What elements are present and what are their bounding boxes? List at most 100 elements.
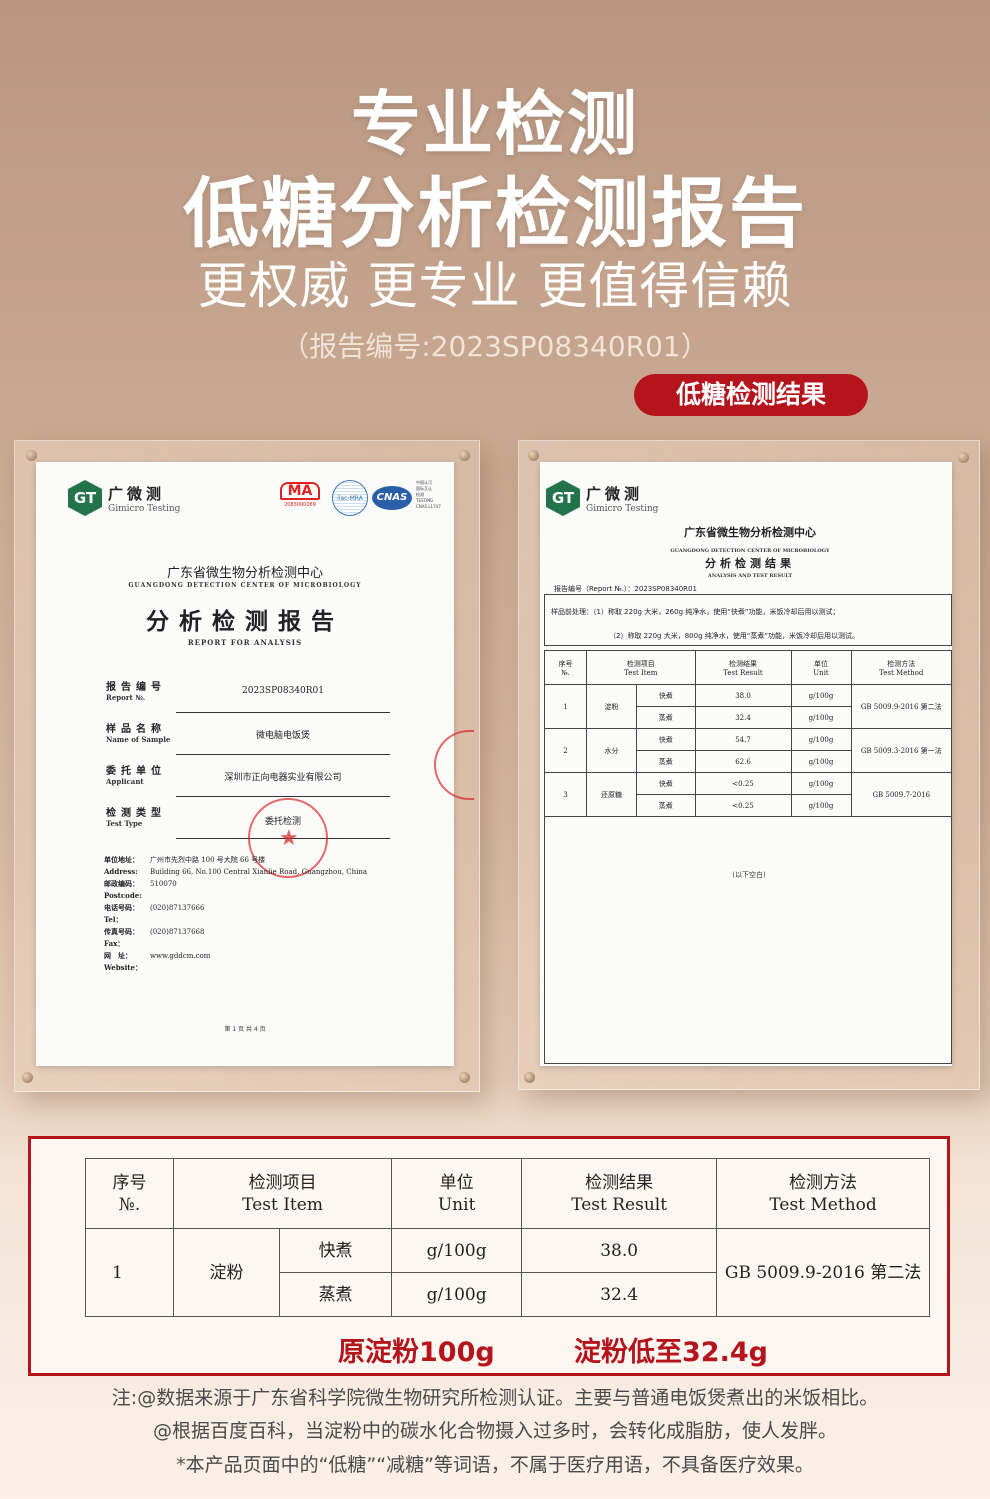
cnas-small-text: 中国认可 国际互认 检测 TESTING CNAS L1747 [416,480,441,509]
cell-mode: 快煮 [636,728,696,751]
field-label-en: Name of Sample [106,735,171,744]
promo-reduced-starch: 淀粉低至32.4g [574,1337,768,1368]
addr-value: (020)87137666 [150,904,205,912]
field-sample-name: 样品名称 Name of Sample [106,720,170,744]
cell-mode: 蒸煮 [636,706,696,729]
table-row: 2 水分 快煮 54.7 g/100g GB 5009.3-2016 第一法 [544,728,953,773]
header-cell: 检测方法 [789,1172,858,1193]
blank-note: (以下空白) [732,871,766,879]
header-cell: 单位 [439,1172,474,1193]
screw-icon [524,1072,535,1083]
cell-method: GB 5009.9-2016 第二法 [850,684,953,729]
screw-icon [528,450,539,461]
edge-stamp-icon [434,730,474,800]
cell-result: 38.0 [694,684,792,707]
pretreatment-box: 样品前处理：（1）称取 220g 大米，260g 纯净水，使用“快煮”功能，米饭… [544,594,952,646]
table-row: 1 淀粉 快煮 g/100g 38.0 GB 5009.9-2016 第二法 [85,1228,930,1317]
field-value: 2023SP08340R01 [242,686,324,696]
cell-result: 38.0 [521,1228,718,1273]
field-report-no: 报告编号 Report №. [106,678,166,702]
cell-item: 还原糖 [586,772,637,817]
cell-result: 54.7 [694,728,792,751]
headline-slogan: 更权威 更专业 更值得信赖 [197,257,793,315]
cell-unit: g/100g [790,794,852,817]
header-cell-en: Test Result [571,1194,668,1215]
field-value: 深圳市正向电器实业有限公司 [224,773,342,783]
field-value: 微电脑电饭煲 [255,731,310,741]
addr-label: 传真号码： [104,927,139,936]
header-cell: 检测结果 [729,659,758,668]
field-label: 样品名称 [106,724,166,735]
report-result-page: GT 广微测 Gimicro Testing 广东省微生物分析检测中心 GUAN… [540,462,953,1066]
report-cover-page: GT 广微测 Gimicro Testing MA 2083000089 ila… [36,462,474,1066]
field-label: 报告编号 [106,682,166,693]
center-name-en: GUANGDONG DETECTION CENTER OF MICROBIOLO… [128,582,362,589]
header-cell: 检测项目 [248,1172,317,1193]
summary-table: 序号 №. 检测项目 Test Item 单位 Unit 检测结果 Test Resul… [85,1158,930,1317]
cell-unit: g/100g [790,684,852,707]
promo-original-starch: 原淀粉100g [338,1337,495,1368]
cell-no: 2 [544,728,587,773]
cell-unit: g/100g [391,1272,523,1317]
addr-label: 邮政编码： [104,879,139,888]
screw-icon [459,450,470,461]
addr-value: 510070 [150,880,177,888]
gmicro-logo: GT 广微测 Gimicro Testing [68,480,180,516]
ilac-icon: ilac-MRA [332,480,368,516]
field-applicant: 委托单位 Applicant [106,762,166,786]
cnas-icon: CNAS [372,486,412,510]
screw-icon [958,452,969,463]
logo-cn: 广微测 [586,484,644,503]
screw-icon [459,1072,470,1083]
gt-logo-icon: GT [68,480,102,516]
blank-area: (以下空白) [544,816,952,1064]
cell-no: 3 [544,772,587,817]
header-cell-en: Test Result [723,668,763,677]
addr-value: www.gddcm.com [150,952,211,960]
result-title-cn: 分析检测结果 [705,557,795,570]
result-badge: 低糖检测结果 [634,374,868,416]
table-header-row: 序号 №. 检测项目 Test Item 检测结果 Test Result 单位 Uni… [544,650,953,685]
cell-mode: 快煮 [278,1228,393,1273]
header-cell-en: №. [118,1194,141,1215]
cell-mode: 快煮 [636,772,696,795]
cell-item: 水分 [586,728,637,773]
center-name-cn: 广东省微生物分析检测中心 [166,566,323,581]
cell-item: 淀粉 [586,684,637,729]
field-label: 委托单位 [106,766,166,777]
cell-result: <0.25 [694,794,792,817]
cell-unit: g/100g [790,706,852,729]
summary-header-row: 序号 №. 检测项目 Test Item 单位 Unit 检测结果 Test Resul… [85,1158,930,1229]
table-row: 1 淀粉 快煮 38.0 g/100g GB 5009.9-2016 第二法 [544,684,953,729]
note-line-1: 注:@数据来源于广东省科学院微生物研究所检测认证。主要与普通电饭煲煮出的米饭相比… [111,1387,879,1409]
pretreatment-1: 样品前处理：（1）称取 220g 大米，260g 纯净水，使用“快煮”功能，米饭… [551,608,840,616]
center-name-en: GUANGDONG DETECTION CENTER OF MICROBIOLO… [670,548,830,554]
field-label: 检测类型 [106,808,166,819]
header-cell: 序号 [112,1172,147,1193]
address-block: 单位地址： 广州市先烈中路 100 号大院 66 号楼 Address: Build… [104,854,434,974]
screw-icon [26,450,37,461]
header-cell-en: №. [561,668,570,677]
cell-mode: 蒸煮 [636,750,696,773]
header-cell-en: Test Method [769,1194,877,1215]
field-label-en: Report №. [106,693,146,702]
addr-label: 电话号码： [104,903,139,912]
cell-mode: 蒸煮 [278,1272,393,1317]
addr-label: Address: [104,867,138,876]
header-cell-en: Unit [813,668,829,677]
header-cell-en: Test Method [879,668,924,677]
cell-item: 淀粉 [173,1228,280,1317]
cell-unit: g/100g [790,750,852,773]
cma-icon: MA [280,482,320,500]
logo-en: Gimicro Testing [586,503,659,514]
report-number: （报告编号:2023SP08340R01） [281,330,709,363]
result-table: 序号 №. 检测项目 Test Item 检测结果 Test Result 单位 Uni… [544,650,953,817]
report-title-cn: 分析检测报告 [146,609,344,635]
addr-value: 广州市先烈中路 100 号大院 66 号楼 [150,856,266,864]
result-report-no: 报告编号（Report №.）：2023SP08340R01 [554,585,697,593]
field-label-en: Applicant [106,777,144,786]
header-cell: 单位 [814,659,829,668]
addr-label: 单位地址： [104,855,139,864]
field-label-en: Test Type [106,819,143,828]
cma-mark: MA 2083000089 [280,482,320,508]
